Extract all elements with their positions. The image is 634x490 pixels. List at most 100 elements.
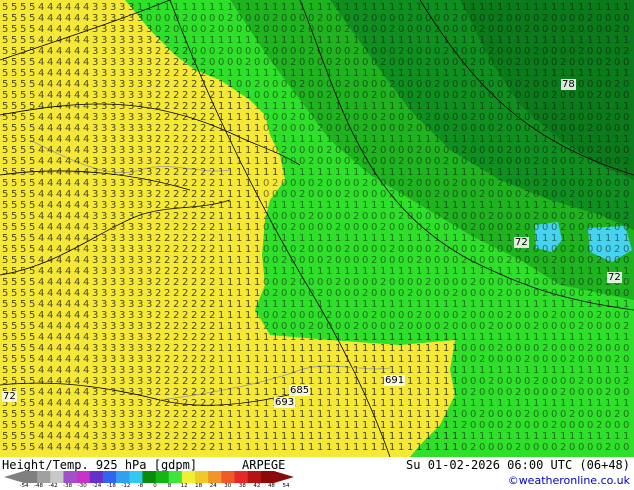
svg-text:1: 1 [551,431,557,442]
svg-text:0: 0 [551,376,557,387]
svg-text:2: 2 [182,46,188,57]
svg-text:1: 1 [299,233,305,244]
svg-text:2: 2 [182,123,188,134]
svg-text:1: 1 [569,431,575,442]
svg-text:0: 0 [416,13,422,24]
svg-text:0: 0 [389,321,395,332]
svg-text:0: 0 [461,343,467,354]
svg-text:2: 2 [371,310,377,321]
svg-text:1: 1 [398,354,404,365]
svg-text:0: 0 [344,46,350,57]
svg-text:0: 0 [308,189,314,200]
svg-text:1: 1 [506,134,512,145]
svg-text:0: 0 [353,145,359,156]
svg-text:4: 4 [65,376,71,387]
svg-text:4: 4 [74,431,80,442]
svg-text:2: 2 [209,167,215,178]
svg-text:0: 0 [578,244,584,255]
svg-text:0: 0 [587,156,593,167]
svg-text:0: 0 [281,211,287,222]
svg-text:0: 0 [452,57,458,68]
svg-text:1: 1 [389,68,395,79]
svg-text:2: 2 [452,288,458,299]
svg-text:2: 2 [173,354,179,365]
svg-text:0: 0 [326,123,332,134]
svg-text:0: 0 [515,79,521,90]
svg-text:3: 3 [119,167,125,178]
colorbar-segment [208,471,222,483]
svg-text:4: 4 [65,68,71,79]
svg-text:4: 4 [83,343,89,354]
svg-text:0: 0 [389,145,395,156]
svg-text:0: 0 [335,79,341,90]
svg-text:1: 1 [533,35,539,46]
svg-text:4: 4 [74,310,80,321]
svg-text:0: 0 [488,409,494,420]
svg-text:0: 0 [272,189,278,200]
svg-text:2: 2 [569,354,575,365]
svg-text:1: 1 [254,244,260,255]
svg-text:2: 2 [164,321,170,332]
svg-text:1: 1 [317,167,323,178]
svg-text:5: 5 [29,354,35,365]
svg-text:5: 5 [11,35,17,46]
svg-text:1: 1 [515,398,521,409]
svg-text:0: 0 [434,178,440,189]
svg-text:0: 0 [542,189,548,200]
svg-text:4: 4 [83,90,89,101]
svg-text:0: 0 [326,244,332,255]
svg-text:4: 4 [38,332,44,343]
svg-text:5: 5 [29,167,35,178]
svg-text:1: 1 [443,134,449,145]
svg-text:2: 2 [542,288,548,299]
colorbar-tick-label: 54 [282,483,290,489]
svg-text:2: 2 [191,420,197,431]
svg-text:3: 3 [146,222,152,233]
svg-text:0: 0 [596,156,602,167]
svg-text:0: 0 [389,211,395,222]
svg-text:1: 1 [488,365,494,376]
svg-text:2: 2 [191,101,197,112]
svg-text:1: 1 [380,332,386,343]
svg-text:1: 1 [605,332,611,343]
svg-text:0: 0 [542,255,548,266]
svg-text:4: 4 [47,24,53,35]
svg-text:1: 1 [308,200,314,211]
colorbar-tick-label: 18 [195,483,203,489]
svg-text:3: 3 [137,442,143,453]
svg-text:2: 2 [596,90,602,101]
svg-text:1: 1 [533,2,539,13]
svg-text:0: 0 [299,145,305,156]
svg-text:2: 2 [164,101,170,112]
svg-text:1: 1 [254,233,260,244]
svg-text:5: 5 [11,13,17,24]
svg-text:2: 2 [461,90,467,101]
credit-link[interactable]: ©weatheronline.co.uk [508,474,630,487]
svg-text:2: 2 [155,442,161,453]
svg-text:1: 1 [227,431,233,442]
svg-text:1: 1 [344,101,350,112]
svg-text:3: 3 [92,90,98,101]
svg-text:0: 0 [263,189,269,200]
svg-text:2: 2 [200,442,206,453]
svg-text:0: 0 [587,57,593,68]
svg-text:4: 4 [47,255,53,266]
svg-text:1: 1 [452,266,458,277]
svg-text:2: 2 [200,134,206,145]
svg-text:2: 2 [380,112,386,123]
svg-text:4: 4 [65,409,71,420]
svg-text:2: 2 [335,222,341,233]
svg-text:3: 3 [119,145,125,156]
svg-text:1: 1 [371,431,377,442]
svg-text:1: 1 [587,266,593,277]
svg-text:4: 4 [65,387,71,398]
svg-text:1: 1 [263,332,269,343]
svg-text:3: 3 [101,79,107,90]
svg-text:3: 3 [110,266,116,277]
svg-text:0: 0 [578,13,584,24]
svg-text:2: 2 [191,277,197,288]
svg-text:0: 0 [461,376,467,387]
svg-text:2: 2 [362,13,368,24]
svg-text:0: 0 [443,79,449,90]
svg-text:5: 5 [11,222,17,233]
